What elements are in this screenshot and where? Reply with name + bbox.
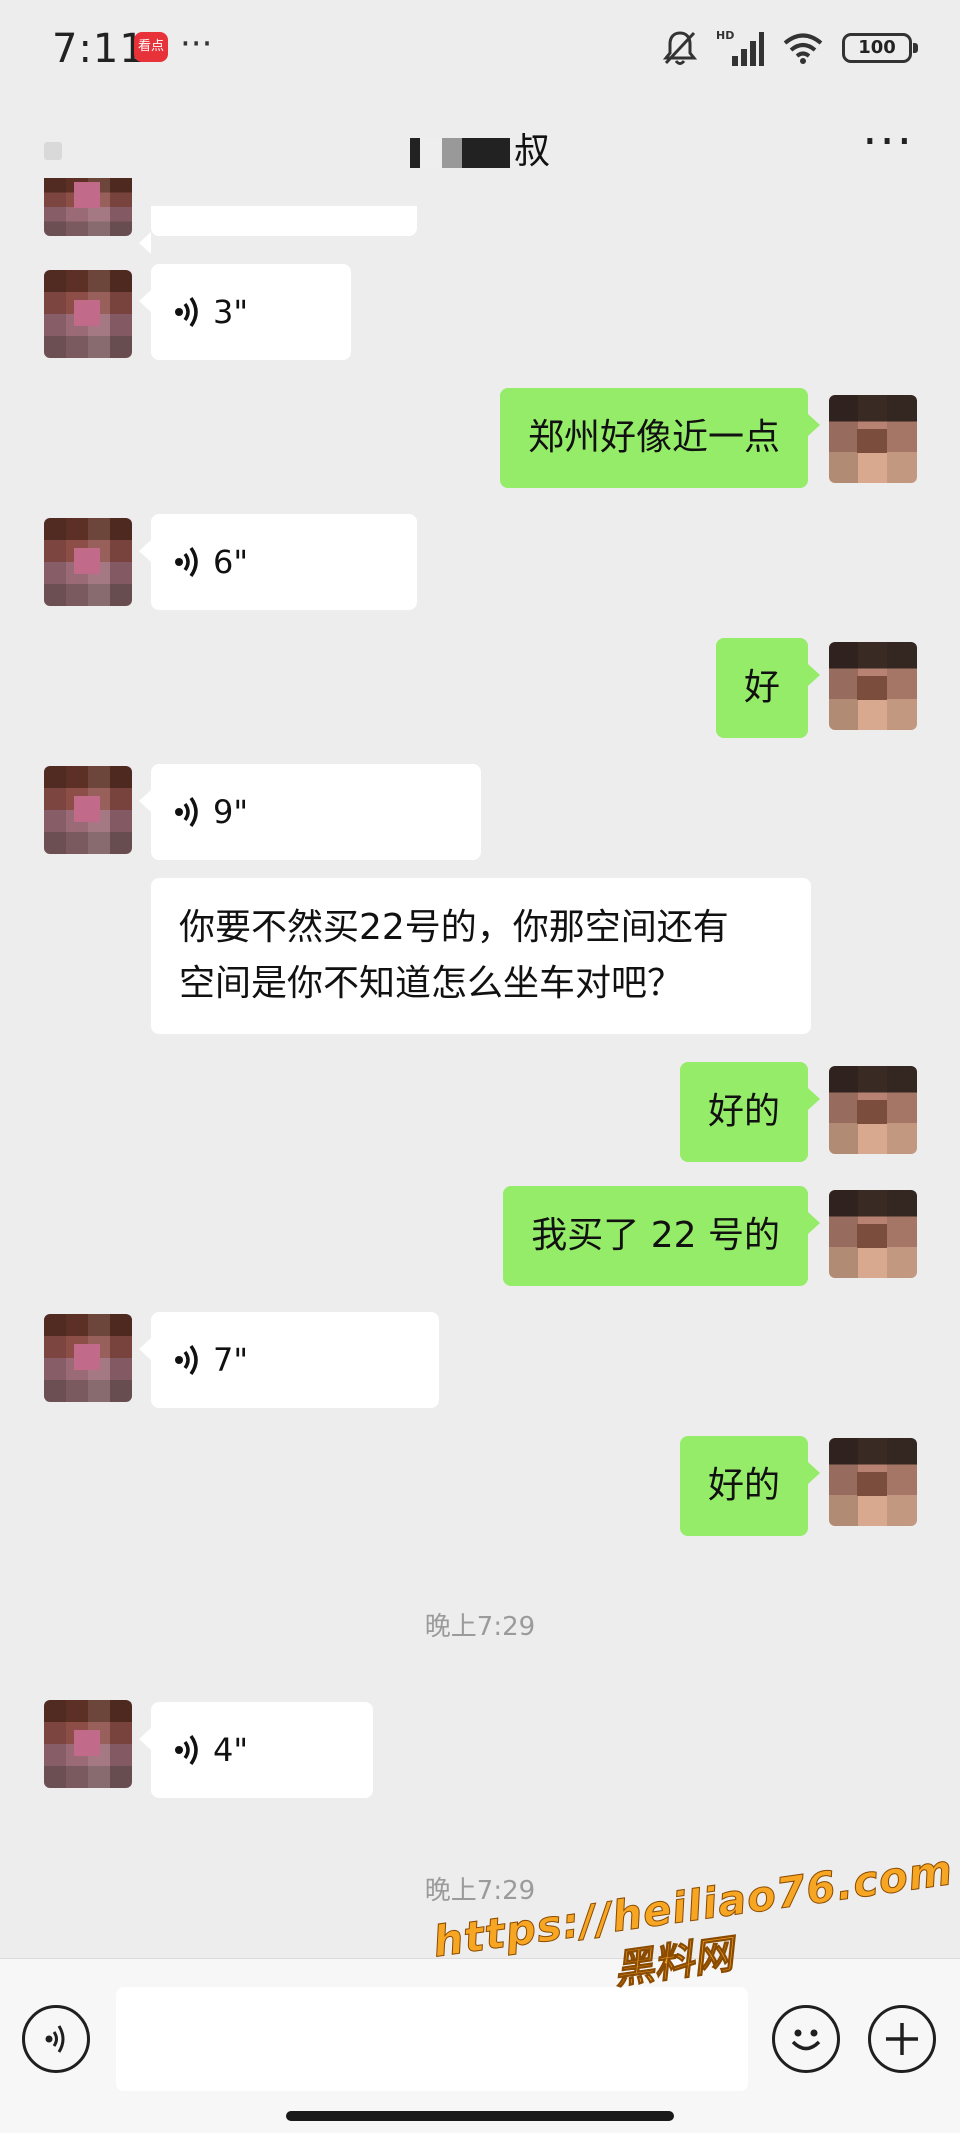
- voice-icon: [45, 2025, 65, 2053]
- message-bubble[interactable]: 你要不然买22号的，你那空间还有 空间是你不知道怎么坐车对吧？: [151, 878, 811, 1034]
- voice-message[interactable]: 4": [139, 1702, 373, 1798]
- signal-hd-icon: HD: [716, 29, 764, 66]
- message-text: 好的: [707, 1091, 780, 1132]
- voice-message[interactable]: 9": [139, 764, 481, 860]
- message-bubble[interactable]: 我买了 22 号的: [503, 1186, 820, 1286]
- message-text: 我买了 22 号的: [531, 1215, 780, 1256]
- message-text: 郑州好像近一点: [527, 417, 780, 458]
- message-text: 好: [743, 667, 780, 708]
- avatar[interactable]: [829, 1438, 917, 1526]
- voice-icon: [175, 1734, 198, 1766]
- voice-toggle-button[interactable]: [22, 2005, 90, 2073]
- avatar[interactable]: [44, 1700, 132, 1788]
- chat-title-text: 叔: [513, 131, 550, 172]
- message-text-line: 你要不然买22号的，你那空间还有: [179, 907, 729, 948]
- voice-message[interactable]: 3": [139, 264, 351, 360]
- status-time: 7:11: [52, 26, 146, 72]
- voice-icon: [175, 546, 198, 578]
- voice-duration: 3": [213, 293, 249, 331]
- avatar[interactable]: [829, 642, 917, 730]
- avatar[interactable]: [829, 1190, 917, 1278]
- home-indicator[interactable]: [286, 2111, 674, 2121]
- avatar[interactable]: [44, 1314, 132, 1402]
- emoji-button[interactable]: [772, 2005, 840, 2073]
- chat-title: 叔: [0, 122, 960, 174]
- message-bubble[interactable]: 好的: [679, 1436, 821, 1536]
- time-separator: 晚上7:29: [424, 1612, 536, 1642]
- input-bar: [0, 1958, 960, 2133]
- chat-screen: 7:11 看点 ··· HD 100 叔 ··· 3" 郑州好像近一点 6" 好…: [0, 0, 960, 2133]
- message-bubble[interactable]: 郑州好像近一点: [499, 388, 821, 488]
- redacted-name-mask: [409, 138, 510, 168]
- message-text: 好的: [707, 1465, 780, 1506]
- status-more-icon: ···: [180, 24, 213, 64]
- message-bubble[interactable]: 好: [715, 638, 821, 738]
- voice-icon: [175, 1344, 198, 1376]
- hd-label: HD: [716, 29, 734, 42]
- plus-button[interactable]: [868, 2005, 936, 2073]
- message-bubble-partial[interactable]: [139, 206, 417, 254]
- avatar[interactable]: [44, 766, 132, 854]
- avatar[interactable]: [44, 270, 132, 358]
- avatar[interactable]: [829, 1066, 917, 1154]
- avatar[interactable]: [44, 178, 132, 236]
- message-input[interactable]: [116, 1987, 748, 2091]
- status-bar: 7:11 看点 ··· HD 100: [0, 0, 960, 96]
- smile-icon: [791, 2029, 821, 2051]
- chat-header: 叔 ···: [0, 100, 960, 190]
- voice-duration: 6": [213, 543, 249, 581]
- app-badge-icon: 看点: [134, 32, 168, 62]
- wifi-icon: [783, 33, 823, 64]
- voice-duration: 9": [213, 793, 249, 831]
- avatar[interactable]: [44, 518, 132, 606]
- voice-icon: [175, 796, 198, 828]
- voice-duration: 7": [213, 1341, 249, 1379]
- voice-message[interactable]: 6": [139, 514, 417, 610]
- voice-duration: 4": [213, 1731, 249, 1769]
- status-indicators: HD 100: [662, 28, 918, 68]
- time-separator: 晚上7:29: [424, 1876, 536, 1906]
- message-bubble[interactable]: 好的: [679, 1062, 821, 1162]
- mute-bell-icon: [662, 31, 698, 65]
- message-text-line: 空间是你不知道怎么坐车对吧？: [179, 963, 684, 1004]
- more-horizontal-icon[interactable]: ···: [862, 114, 914, 170]
- battery-indicator: 100: [842, 33, 918, 63]
- avatar[interactable]: [829, 395, 917, 483]
- plus-icon: [886, 2023, 918, 2055]
- voice-message[interactable]: 7": [139, 1312, 439, 1408]
- voice-icon: [175, 296, 198, 328]
